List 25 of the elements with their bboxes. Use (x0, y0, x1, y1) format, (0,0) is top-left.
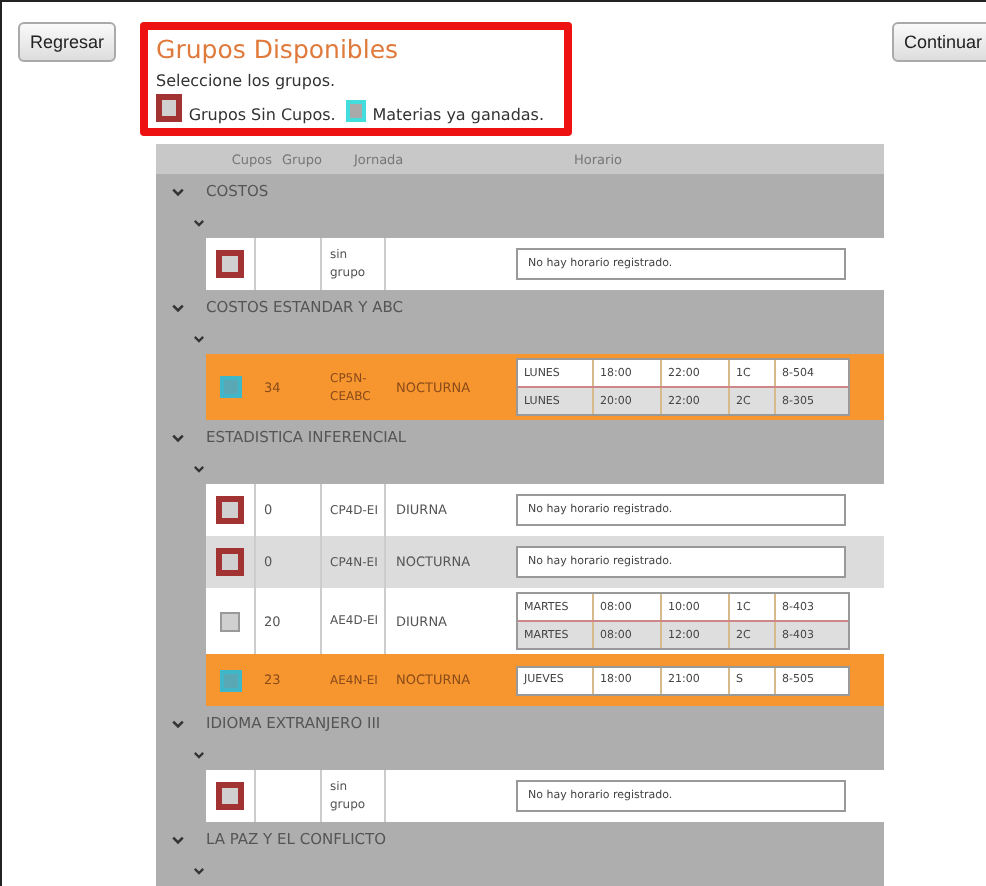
chevron-icon[interactable] (170, 831, 186, 847)
checkbox[interactable] (216, 250, 244, 278)
back-button[interactable]: Regresar (18, 22, 117, 62)
checkbox-icon (156, 94, 183, 122)
legend-label: Materias ya ganadas. (372, 106, 545, 124)
checkbox[interactable] (219, 376, 241, 398)
checkbox[interactable] (216, 548, 244, 576)
checkbox[interactable] (216, 782, 244, 810)
chevron-icon[interactable] (192, 216, 206, 230)
chevron-icon[interactable] (192, 864, 206, 878)
checkbox[interactable] (220, 611, 240, 631)
legend-label: Grupos Sin Cupos. (188, 106, 336, 124)
instruction-text: Seleccione los grupos. (156, 72, 338, 90)
page-title: Grupos Disponibles (156, 32, 401, 66)
checkbox[interactable] (219, 669, 241, 691)
chevron-icon[interactable] (192, 332, 206, 346)
chevron-icon[interactable] (170, 715, 186, 731)
chevron-icon[interactable] (192, 748, 206, 762)
checkbox-icon (345, 100, 367, 122)
chevron-icon[interactable] (192, 462, 206, 476)
chevron-icon[interactable] (170, 299, 186, 315)
continue-button[interactable]: Continuar (891, 22, 986, 62)
checkbox[interactable] (216, 496, 244, 524)
chevron-icon[interactable] (170, 429, 186, 445)
chevron-icon[interactable] (170, 183, 186, 199)
